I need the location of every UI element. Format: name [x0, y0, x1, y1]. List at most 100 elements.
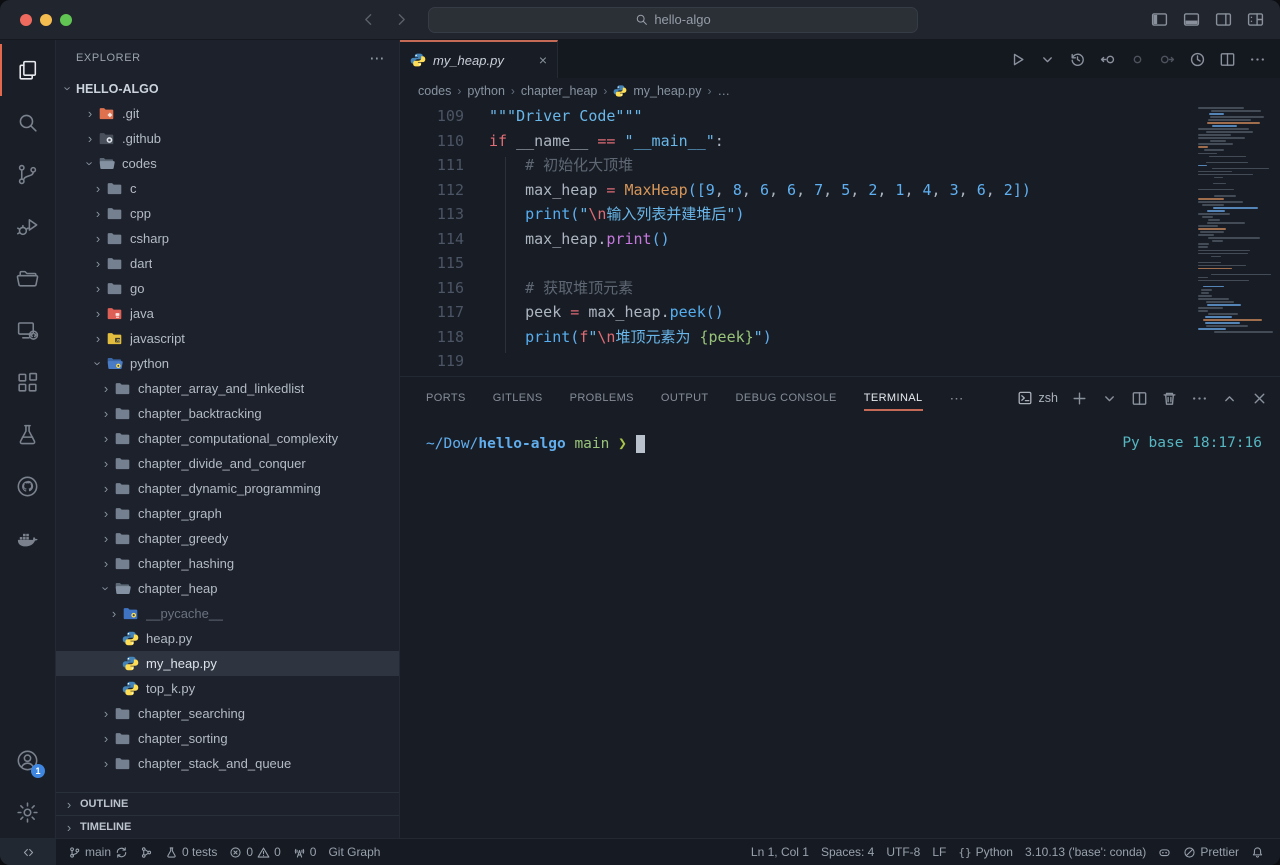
- statusbar-ports-status[interactable]: 0: [287, 839, 323, 865]
- activity-item-extensions[interactable]: [0, 356, 55, 408]
- activity-item-remote-explorer[interactable]: [0, 304, 55, 356]
- line-number[interactable]: 109: [400, 104, 464, 129]
- navigate-forward-icon[interactable]: [393, 11, 410, 28]
- code-line[interactable]: 118 print(f"\n堆顶元素为 {peek}"): [400, 325, 1280, 350]
- run-dropdown-icon[interactable]: [1039, 51, 1056, 68]
- maximize-panel-icon[interactable]: [1221, 390, 1238, 407]
- tree-item-chapter-sorting[interactable]: ›chapter_sorting: [56, 726, 399, 751]
- line-number[interactable]: 114: [400, 227, 464, 252]
- breadcrumb-item[interactable]: …: [717, 84, 730, 98]
- minimize-window-button[interactable]: [40, 14, 52, 26]
- timeline-section[interactable]: › TIMELINE: [56, 815, 399, 838]
- activity-item-docker[interactable]: [0, 512, 55, 564]
- activity-item-testing[interactable]: [0, 408, 55, 460]
- breadcrumb-item[interactable]: python: [467, 84, 505, 98]
- tree-item-chapter-stack-and-queue[interactable]: ›chapter_stack_and_queue: [56, 751, 399, 776]
- tree-item-chapter-dynamic-programming[interactable]: ›chapter_dynamic_programming: [56, 476, 399, 501]
- tree-item-python[interactable]: ›python: [56, 351, 399, 376]
- code-line[interactable]: 112 max_heap = MaxHeap([9, 8, 6, 6, 7, 5…: [400, 178, 1280, 203]
- navigate-back-icon[interactable]: [360, 11, 377, 28]
- explorer-more-actions[interactable]: ⋯: [369, 49, 385, 67]
- tree-item-dart[interactable]: ›dart: [56, 251, 399, 276]
- activity-item-settings[interactable]: [0, 786, 55, 838]
- close-tab-icon[interactable]: ×: [539, 52, 547, 68]
- activity-item-accounts[interactable]: 1: [0, 734, 55, 786]
- statusbar-language-mode[interactable]: {}Python: [952, 839, 1019, 865]
- code-line[interactable]: 113 print("\n输入列表并建堆后"): [400, 202, 1280, 227]
- breadcrumb-item[interactable]: chapter_heap: [521, 84, 597, 98]
- tree-item-java[interactable]: ›java: [56, 301, 399, 326]
- zoom-window-button[interactable]: [60, 14, 72, 26]
- tree-item-javascript[interactable]: ›JSjavascript: [56, 326, 399, 351]
- tree-item-my-heap-py[interactable]: my_heap.py: [56, 651, 399, 676]
- line-number[interactable]: 117: [400, 300, 464, 325]
- kill-terminal-icon[interactable]: [1161, 390, 1178, 407]
- timeline-clock-icon[interactable]: [1189, 51, 1206, 68]
- statusbar-python-interpreter[interactable]: 3.10.13 ('base': conda): [1019, 839, 1152, 865]
- statusbar-source-control-graph[interactable]: [134, 839, 159, 865]
- tree-item-chapter-divide-and-conquer[interactable]: ›chapter_divide_and_conquer: [56, 451, 399, 476]
- close-window-button[interactable]: [20, 14, 32, 26]
- line-number[interactable]: 113: [400, 202, 464, 227]
- activity-item-run-debug[interactable]: [0, 200, 55, 252]
- statusbar-notifications[interactable]: [1245, 839, 1270, 865]
- split-terminal-icon[interactable]: [1131, 390, 1148, 407]
- new-terminal-icon[interactable]: [1071, 390, 1088, 407]
- toggle-primary-sidebar-icon[interactable]: [1151, 11, 1168, 28]
- line-number[interactable]: 118: [400, 325, 464, 350]
- terminal[interactable]: ~/Dow/hello-algo main ❯ Py base 18:17:16: [400, 419, 1280, 838]
- toggle-secondary-sidebar-icon[interactable]: [1215, 11, 1232, 28]
- breadcrumb-item[interactable]: my_heap.py: [633, 84, 701, 98]
- more-actions-icon[interactable]: [1249, 51, 1266, 68]
- code-line[interactable]: 109"""Driver Code""": [400, 104, 1280, 129]
- activity-item-explorer[interactable]: [0, 44, 55, 96]
- toggle-panel-icon[interactable]: [1183, 11, 1200, 28]
- tree-item-chapter-greedy[interactable]: ›chapter_greedy: [56, 526, 399, 551]
- panel-tab-debug-console[interactable]: DEBUG CONSOLE: [736, 377, 837, 419]
- code-line[interactable]: 117 peek = max_heap.peek(): [400, 300, 1280, 325]
- outline-section[interactable]: › OUTLINE: [56, 792, 399, 815]
- statusbar-remote-indicator[interactable]: [0, 839, 56, 865]
- previous-change-icon[interactable]: [1129, 51, 1146, 68]
- activity-item-source-control[interactable]: [0, 148, 55, 200]
- statusbar-git-graph-button[interactable]: Git Graph: [322, 839, 386, 865]
- statusbar-cursor-position[interactable]: Ln 1, Col 1: [745, 839, 815, 865]
- tree-item-codes[interactable]: ›codes: [56, 151, 399, 176]
- terminal-picker-icon[interactable]: [1101, 390, 1118, 407]
- tree-item-chapter-computational-complexity[interactable]: ›chapter_computational_complexity: [56, 426, 399, 451]
- file-history-icon[interactable]: [1069, 51, 1086, 68]
- tree-item-chapter-hashing[interactable]: ›chapter_hashing: [56, 551, 399, 576]
- statusbar-problems-status[interactable]: 00: [223, 839, 286, 865]
- split-editor-icon[interactable]: [1219, 51, 1236, 68]
- code-editor[interactable]: 109"""Driver Code"""110if __name__ == "_…: [400, 104, 1280, 376]
- run-python-file-icon[interactable]: [1009, 51, 1026, 68]
- code-line[interactable]: 114 max_heap.print(): [400, 227, 1280, 252]
- activity-item-search[interactable]: [0, 96, 55, 148]
- open-changes-icon[interactable]: [1099, 51, 1116, 68]
- tab-my-heap-py[interactable]: my_heap.py ×: [400, 40, 558, 78]
- terminal-more-actions-icon[interactable]: [1191, 390, 1208, 407]
- tree-item-chapter-graph[interactable]: ›chapter_graph: [56, 501, 399, 526]
- tree-item--git[interactable]: ›.git: [56, 101, 399, 126]
- tree-item--pycache-[interactable]: ›__pycache__: [56, 601, 399, 626]
- command-center-search[interactable]: hello-algo: [428, 7, 918, 33]
- panel-tab-gitlens[interactable]: GITLENS: [493, 377, 543, 419]
- panel-more-tabs[interactable]: ⋯: [950, 390, 964, 407]
- line-number[interactable]: 112: [400, 178, 464, 203]
- statusbar-encoding[interactable]: UTF-8: [880, 839, 926, 865]
- tree-item-go[interactable]: ›go: [56, 276, 399, 301]
- line-number[interactable]: 115: [400, 251, 464, 276]
- activity-item-project-folders[interactable]: [0, 252, 55, 304]
- line-number[interactable]: 110: [400, 129, 464, 154]
- tree-item-chapter-backtracking[interactable]: ›chapter_backtracking: [56, 401, 399, 426]
- code-line[interactable]: 115: [400, 251, 1280, 276]
- active-terminal[interactable]: zsh: [1017, 390, 1058, 406]
- tree-item-c[interactable]: ›c: [56, 176, 399, 201]
- breadcrumb-item[interactable]: codes: [418, 84, 451, 98]
- statusbar-tests-status[interactable]: 0 tests: [159, 839, 223, 865]
- panel-tab-terminal[interactable]: TERMINAL: [864, 377, 923, 419]
- next-change-icon[interactable]: [1159, 51, 1176, 68]
- tree-item-chapter-array-and-linkedlist[interactable]: ›chapter_array_and_linkedlist: [56, 376, 399, 401]
- line-number[interactable]: 116: [400, 276, 464, 301]
- line-number[interactable]: 119: [400, 349, 464, 374]
